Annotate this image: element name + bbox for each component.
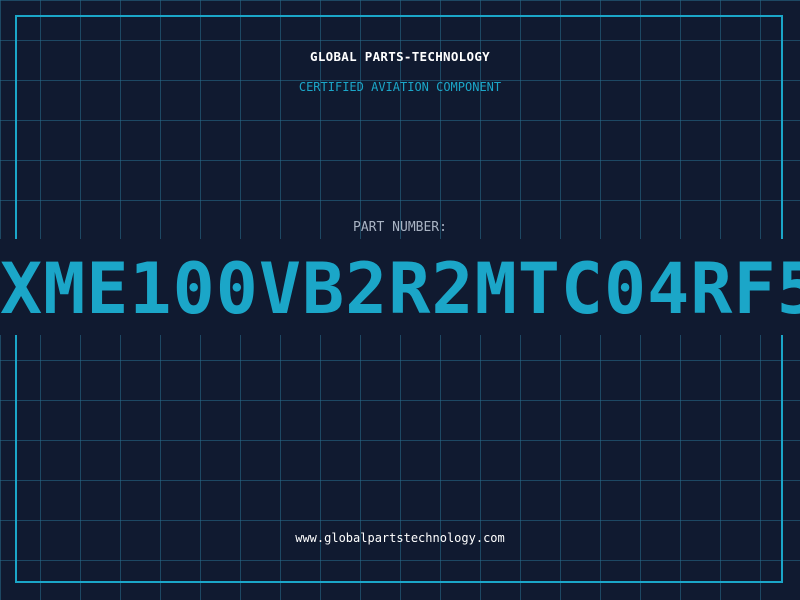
part-number-value: XME100VB2R2MTC04RF5 xyxy=(0,244,800,334)
certificate-card: GLOBAL PARTS-TECHNOLOGY CERTIFIED AVIATI… xyxy=(0,0,800,600)
brand-title: GLOBAL PARTS-TECHNOLOGY xyxy=(310,49,490,64)
brand-subtitle: CERTIFIED AVIATION COMPONENT xyxy=(298,80,502,94)
website-link[interactable]: www.globalpartstechnology.com xyxy=(0,531,800,545)
part-number-label: PART NUMBER: xyxy=(353,220,447,235)
part-number-text: XME100VB2R2MTC04RF5 xyxy=(0,248,800,330)
